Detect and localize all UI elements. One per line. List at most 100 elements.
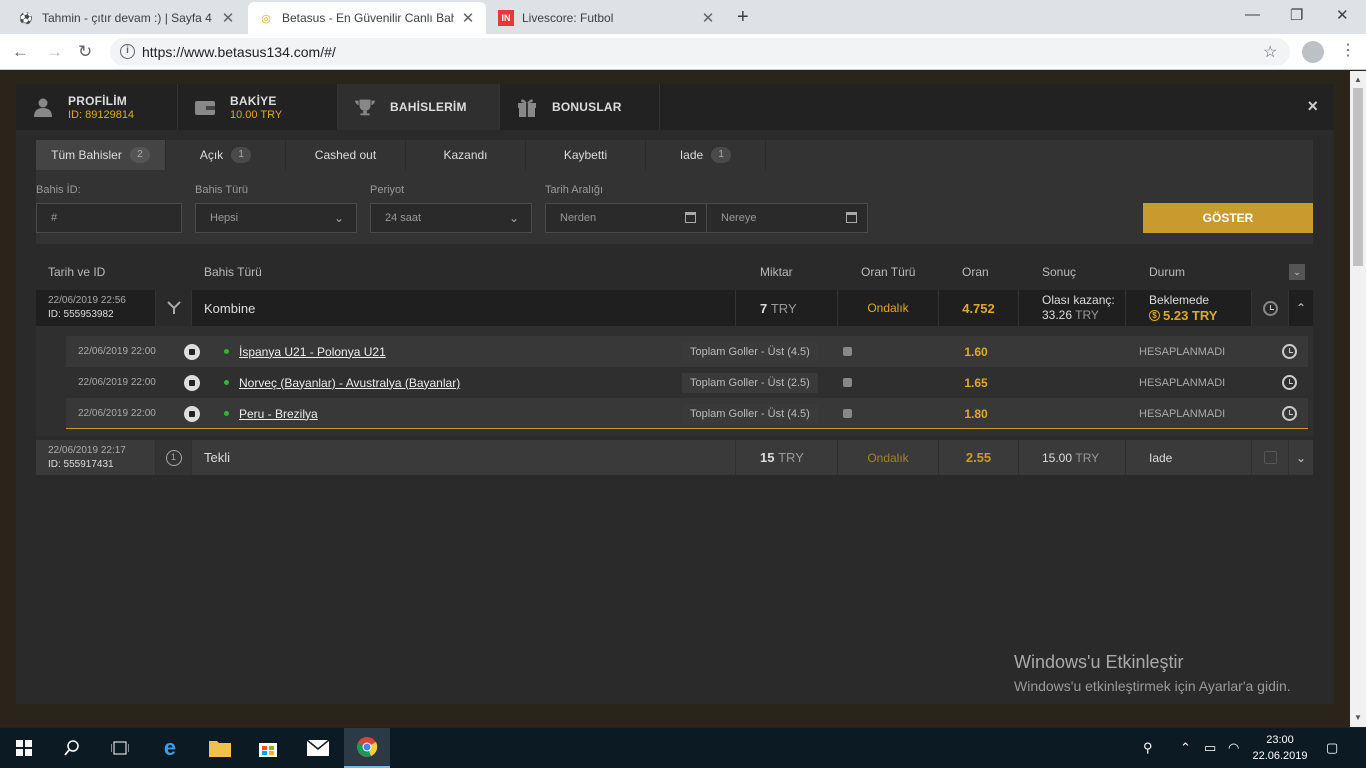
user-icon: [32, 96, 54, 118]
table-row[interactable]: 22/06/2019 22:56 ID: 555953982 Kombine 7…: [36, 290, 1313, 326]
clock-icon: [1282, 336, 1297, 367]
filter-tab-label: Açık: [199, 148, 224, 162]
browser-tab-tahmin[interactable]: ⚽ Tahmin - çıtır devam :) | Sayfa 4 | ✕: [8, 2, 246, 34]
selection-status: HESAPLANMADI: [1139, 376, 1226, 389]
soccer-ball-icon: ⚽: [19, 12, 33, 25]
scroll-down-icon[interactable]: ▼: [1354, 713, 1362, 722]
page-scrollbar[interactable]: ▲ ▼: [1350, 71, 1366, 727]
url-bar[interactable]: i https://www.betasus134.com/#/: [110, 38, 1290, 66]
close-tab-icon[interactable]: ✕: [700, 9, 716, 27]
browser-tab-bar: ⚽ Tahmin - çıtır devam :) | Sayfa 4 | ✕ …: [0, 0, 1366, 34]
chevron-up-icon[interactable]: ⌃: [1180, 740, 1191, 756]
close-tab-icon[interactable]: ✕: [220, 9, 236, 27]
result-cell: Olası kazanç: 33.26 TRY: [1019, 290, 1126, 326]
bookmark-star-icon[interactable]: ☆: [1263, 42, 1277, 62]
selection-match[interactable]: Norveç (Bayanlar) - Avustralya (Bayanlar…: [224, 367, 460, 398]
live-dot-icon: [224, 411, 229, 416]
collapse-all-icon[interactable]: ⌄: [1289, 264, 1305, 280]
taskbar-clock[interactable]: 23:00 22.06.2019: [1245, 732, 1315, 764]
back-icon[interactable]: ←: [12, 42, 29, 62]
file-explorer-icon[interactable]: [196, 728, 244, 768]
filter-tab-open[interactable]: Açık 1: [166, 140, 286, 170]
header-amount: Miktar: [760, 265, 793, 279]
task-view-icon[interactable]: [96, 728, 144, 768]
date-to-input[interactable]: Nereye: [706, 203, 868, 233]
battery-icon[interactable]: ▭: [1204, 740, 1216, 756]
date-from-placeholder: Nerden: [560, 212, 597, 224]
gift-icon: [516, 96, 538, 118]
market-chip: Toplam Goller - Üst (4.5): [682, 341, 818, 362]
tab-bonuses[interactable]: BONUSLAR: [500, 84, 660, 130]
bet-type-select[interactable]: Hepsi ⌄: [195, 203, 357, 233]
selection-odds: 1.80: [964, 406, 988, 421]
bet-id: ID: 555917431: [48, 458, 114, 470]
table-row[interactable]: 22/06/2019 22:17 ID: 555917431 1 Tekli 1…: [36, 440, 1313, 475]
chevron-down-icon: ⌄: [333, 211, 344, 225]
match-link[interactable]: Norveç (Bayanlar) - Avustralya (Bayanlar…: [239, 376, 460, 390]
new-tab-icon[interactable]: +: [737, 6, 749, 29]
result-value: 15.00: [1042, 450, 1073, 465]
tab-balance[interactable]: BAKİYE 10.00 TRY: [178, 84, 338, 130]
selection-row: 22/06/2019 22:00 Peru - Brezilya Toplam …: [66, 398, 1308, 429]
browser-tab-livescore[interactable]: IN Livescore: Futbol ✕: [488, 2, 726, 34]
search-icon[interactable]: [48, 728, 96, 768]
filter-tab-refund[interactable]: Iade 1: [646, 140, 766, 170]
selection-market: Toplam Goller - Üst (4.5): [682, 336, 818, 367]
modal-close-icon[interactable]: ×: [1307, 96, 1318, 117]
filter-tab-won[interactable]: Kazandı: [406, 140, 526, 170]
mail-icon[interactable]: [294, 728, 342, 768]
reload-icon[interactable]: ↻: [78, 42, 92, 62]
browser-menu-icon[interactable]: ⋮: [1340, 40, 1356, 60]
notifications-icon[interactable]: ▢: [1326, 740, 1338, 756]
close-tab-icon[interactable]: ✕: [460, 9, 476, 27]
profile-avatar-icon[interactable]: [1302, 41, 1324, 63]
profile-label: PROFİLİM: [68, 93, 127, 108]
forward-icon[interactable]: →: [46, 42, 63, 62]
clock-time: 23:00: [1266, 734, 1294, 746]
date-from-input[interactable]: Nerden: [545, 203, 707, 233]
scrollbar-thumb[interactable]: [1353, 88, 1363, 266]
filter-tab-all[interactable]: Tüm Bahisler 2: [36, 140, 166, 170]
expand-row-icon[interactable]: ⌄: [1289, 440, 1313, 475]
edge-browser-icon[interactable]: e: [146, 728, 194, 768]
people-icon[interactable]: ⚲: [1143, 740, 1153, 756]
single-icon-cell: 1: [156, 440, 192, 475]
minimize-icon[interactable]: —: [1245, 6, 1260, 23]
bet-id-input[interactable]: #: [36, 203, 182, 233]
windows-start-icon[interactable]: [0, 728, 48, 768]
cashout-coin-icon: $: [1149, 310, 1160, 321]
tab-profile[interactable]: PROFİLİM ID: 89129814: [16, 84, 178, 130]
clock-icon: [1282, 367, 1297, 398]
odds-type-cell: Ondalık: [838, 290, 939, 326]
store-icon[interactable]: [244, 728, 292, 768]
chrome-icon[interactable]: [344, 728, 390, 768]
wifi-icon[interactable]: ◠: [1228, 740, 1239, 756]
filter-tab-label: Kaybetti: [563, 148, 608, 162]
site-info-icon[interactable]: i: [120, 44, 135, 59]
match-link[interactable]: Peru - Brezilya: [239, 407, 318, 421]
close-window-icon[interactable]: ✕: [1336, 6, 1349, 24]
match-link[interactable]: İspanya U21 - Polonya U21: [239, 345, 386, 359]
calendar-icon[interactable]: [685, 212, 696, 223]
show-button[interactable]: GÖSTER: [1143, 203, 1313, 233]
period-select[interactable]: 24 saat ⌄: [370, 203, 532, 233]
tab-my-bets[interactable]: BAHİSLERİM: [338, 84, 500, 130]
filter-tab-lost[interactable]: Kaybetti: [526, 140, 646, 170]
trophy-icon: [354, 96, 376, 118]
maximize-icon[interactable]: ❐: [1290, 6, 1303, 24]
header-odds-type: Oran Türü: [861, 265, 916, 279]
bet-type-cell: Tekli: [192, 440, 736, 475]
period-value: 24 saat: [385, 212, 422, 224]
odds-cell: 4.752: [939, 290, 1019, 326]
selection-date: 22/06/2019 22:00: [78, 346, 156, 357]
selection-match[interactable]: Peru - Brezilya: [224, 398, 318, 429]
calendar-icon[interactable]: [846, 212, 857, 223]
scroll-up-icon[interactable]: ▲: [1354, 75, 1362, 84]
collapse-row-icon[interactable]: ⌃: [1289, 290, 1313, 326]
chevron-down-icon: ⌄: [508, 211, 519, 225]
filter-tab-cashed-out[interactable]: Cashed out: [286, 140, 406, 170]
cashout-button[interactable]: $5.23 TRY: [1149, 308, 1217, 323]
browser-tab-betasus[interactable]: ◎ Betasus - En Güvenilir Canlı Bahis ✕: [248, 2, 486, 34]
count-badge: 1: [231, 147, 252, 163]
selection-match[interactable]: İspanya U21 - Polonya U21: [224, 336, 386, 367]
